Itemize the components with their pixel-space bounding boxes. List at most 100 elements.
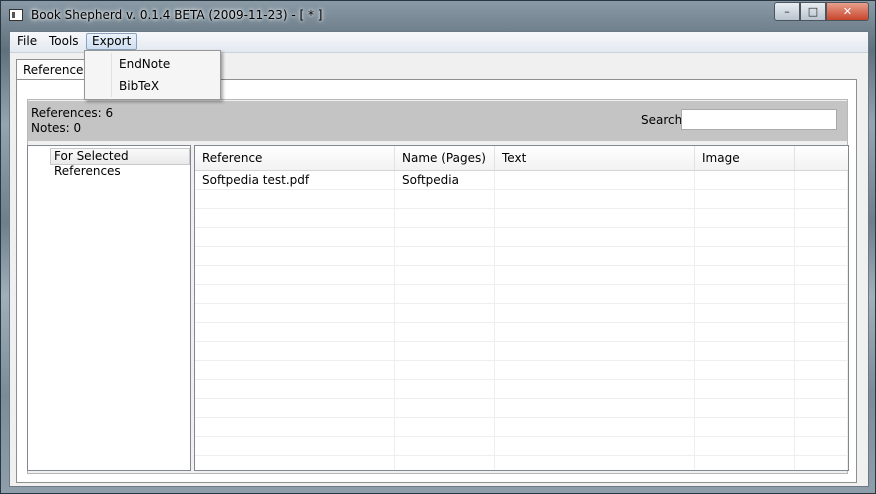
table-cell: Softpedia [395, 171, 495, 190]
table-cell [495, 209, 695, 228]
table-cell [495, 171, 695, 190]
table-row[interactable] [195, 323, 848, 342]
table-cell [495, 304, 695, 323]
table-cell [195, 190, 395, 209]
minimize-icon: – [784, 5, 790, 18]
table-cell [495, 380, 695, 399]
table-cell [195, 323, 395, 342]
column-header-name-pages[interactable]: Name (Pages) [395, 146, 495, 170]
export-endnote-item[interactable]: EndNote [119, 54, 170, 74]
table-row[interactable] [195, 247, 848, 266]
table-cell [795, 361, 848, 380]
table-cell [195, 266, 395, 285]
table-cell [495, 190, 695, 209]
table-cell [795, 437, 848, 456]
table-cell [695, 380, 795, 399]
table-cell [495, 399, 695, 418]
table-cell [195, 247, 395, 266]
table-row[interactable] [195, 209, 848, 228]
caption-buttons: – □ ✕ [774, 2, 869, 22]
selection-pane: For Selected References [27, 145, 191, 471]
table-cell [795, 380, 848, 399]
table-row[interactable] [195, 380, 848, 399]
table-cell [195, 342, 395, 361]
table-row[interactable] [195, 190, 848, 209]
column-header-filler [795, 146, 848, 170]
table-cell [395, 456, 495, 470]
table-cell [695, 323, 795, 342]
table-cell [795, 266, 848, 285]
table-cell [195, 380, 395, 399]
table-cell [395, 190, 495, 209]
table-row[interactable] [195, 266, 848, 285]
table-cell [495, 228, 695, 247]
table-row[interactable] [195, 228, 848, 247]
table-cell [795, 209, 848, 228]
table-cell [795, 171, 848, 190]
column-header-text[interactable]: Text [495, 146, 695, 170]
minimize-button[interactable]: – [774, 2, 800, 21]
table-row[interactable] [195, 304, 848, 323]
table-cell [395, 285, 495, 304]
table-row[interactable] [195, 361, 848, 380]
table-cell [195, 437, 395, 456]
table-header: Reference Name (Pages) Text Image [195, 146, 848, 171]
table-cell [395, 342, 495, 361]
table-cell [495, 323, 695, 342]
table-cell [495, 247, 695, 266]
notes-count: Notes: 0 [31, 121, 82, 135]
app-window: Book Shepherd v. 0.1.4 BETA (2009-11-23)… [0, 0, 876, 494]
table-cell [795, 304, 848, 323]
table-row[interactable] [195, 418, 848, 437]
table-cell [795, 323, 848, 342]
table-cell [795, 247, 848, 266]
table-row[interactable] [195, 399, 848, 418]
references-frame: References: 6 Notes: 0 Search For Select… [27, 99, 849, 474]
table-cell [395, 228, 495, 247]
app-icon [9, 9, 23, 21]
table-cell [695, 437, 795, 456]
table-cell [395, 437, 495, 456]
menu-export[interactable]: Export [86, 33, 138, 50]
table-cell [695, 190, 795, 209]
search-label: Search [641, 113, 683, 127]
table-cell [195, 209, 395, 228]
table-row[interactable] [195, 342, 848, 361]
column-header-reference[interactable]: Reference [195, 146, 395, 170]
table-cell [395, 323, 495, 342]
table-cell [395, 361, 495, 380]
table-cell [395, 304, 495, 323]
title-bar[interactable]: Book Shepherd v. 0.1.4 BETA (2009-11-23)… [1, 1, 875, 31]
table-cell [195, 228, 395, 247]
close-icon: ✕ [842, 5, 853, 18]
menu-tools[interactable]: Tools [44, 33, 84, 50]
table-cell [795, 418, 848, 437]
table-row[interactable] [195, 456, 848, 470]
close-button[interactable]: ✕ [826, 2, 869, 21]
table-row[interactable] [195, 437, 848, 456]
table-cell [395, 266, 495, 285]
export-bibtex-item[interactable]: BibTeX [119, 76, 159, 96]
table-cell [195, 285, 395, 304]
table-row[interactable]: Softpedia test.pdf Softpedia [195, 171, 848, 190]
stats-bar: References: 6 Notes: 0 Search [28, 101, 847, 141]
table-cell: Softpedia test.pdf [195, 171, 395, 190]
references-table: Reference Name (Pages) Text Image Softpe… [194, 145, 849, 471]
column-header-image[interactable]: Image [695, 146, 795, 170]
table-cell [695, 171, 795, 190]
table-cell [195, 361, 395, 380]
table-row[interactable] [195, 285, 848, 304]
table-cell [195, 456, 395, 470]
maximize-icon: □ [807, 5, 819, 18]
table-cell [695, 285, 795, 304]
table-cell [495, 266, 695, 285]
window-title: Book Shepherd v. 0.1.4 BETA (2009-11-23)… [31, 8, 323, 22]
maximize-button[interactable]: □ [800, 2, 826, 21]
search-input[interactable] [681, 109, 837, 130]
table-cell [395, 399, 495, 418]
table-cell [695, 304, 795, 323]
table-cell [495, 437, 695, 456]
menu-file[interactable]: File [12, 33, 42, 50]
for-selected-references-button[interactable]: For Selected References [50, 148, 190, 178]
references-count: References: 6 [31, 106, 114, 120]
